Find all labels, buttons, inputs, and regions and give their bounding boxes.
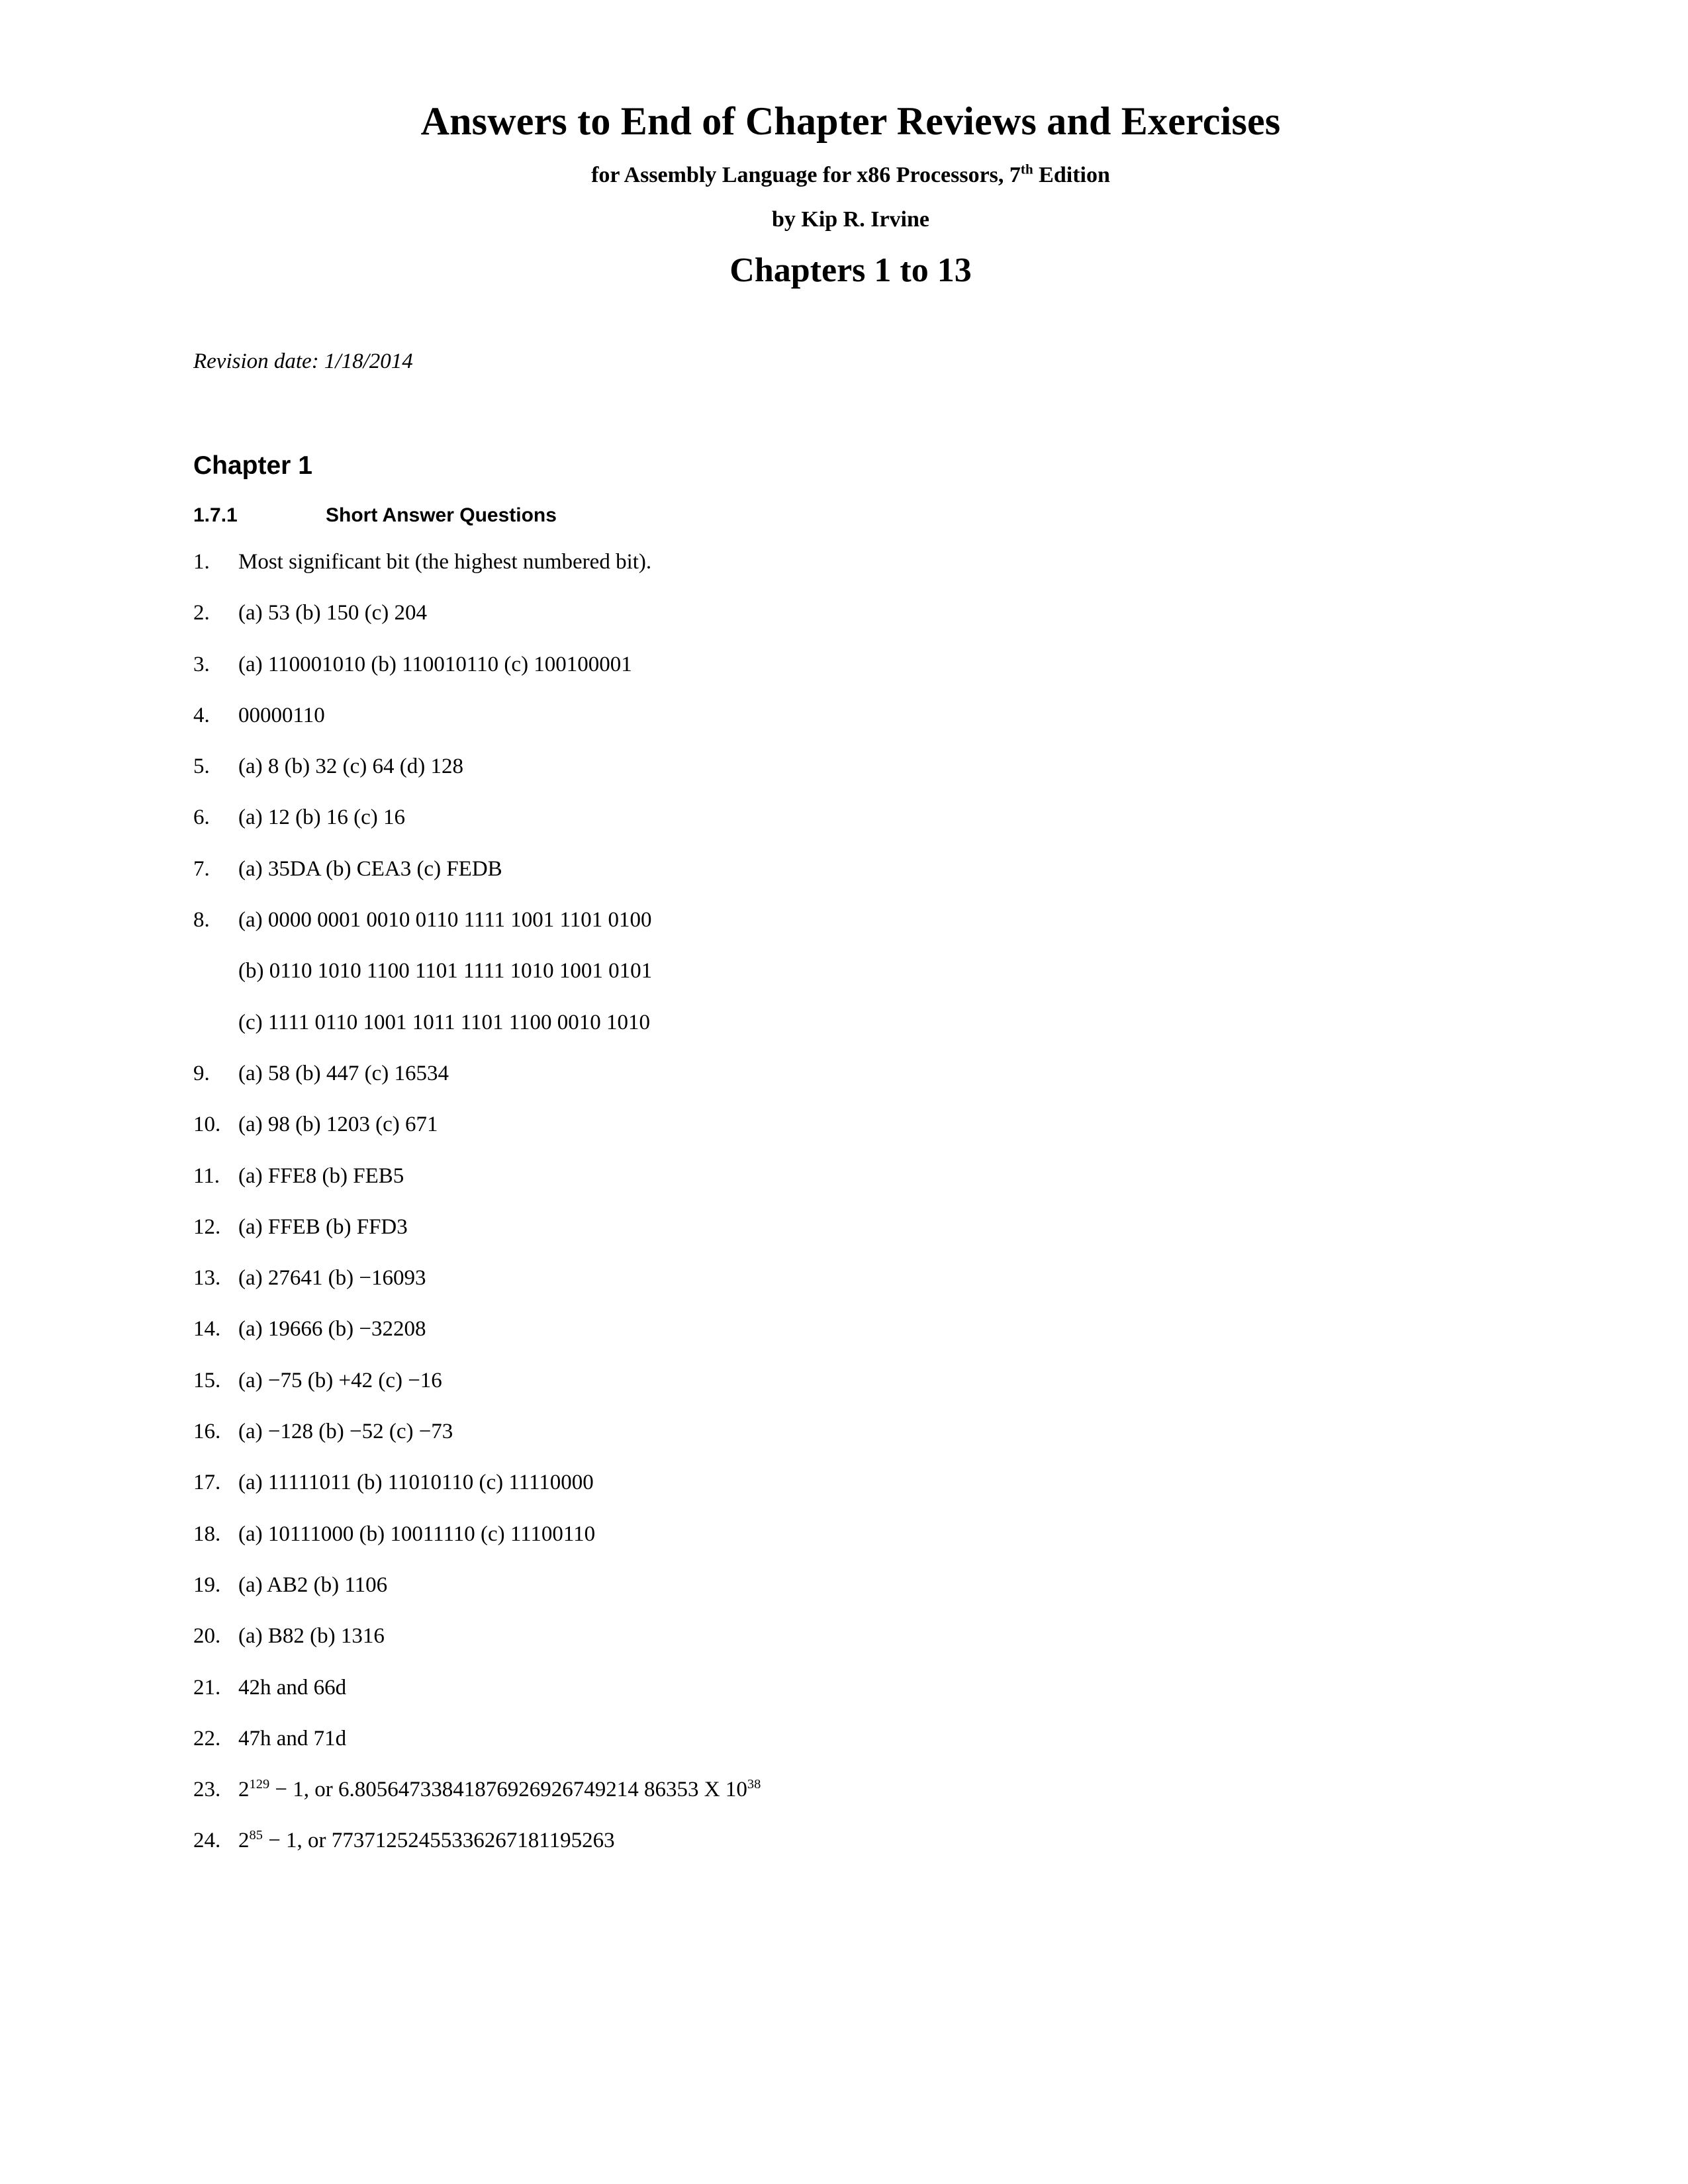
answer-item: 20. (a) B82 (b) 1316 <box>193 1625 1517 1676</box>
subtitle-ordinal-suffix: th <box>1020 161 1033 177</box>
answer-item-text: (a) 12 (b) 16 (c) 16 <box>238 805 405 830</box>
answer-item-number: 18. <box>193 1522 221 1546</box>
answer-item: 8. (a) 0000 0001 0010 0110 1111 1001 1101… <box>193 909 1517 960</box>
author-byline: by Kip R. Irvine <box>771 206 930 232</box>
answer-item-number: 22. <box>193 1726 221 1751</box>
answer-item-text: (a) FFEB (b) FFD3 <box>238 1214 408 1239</box>
answer-item-number: 11. <box>193 1163 220 1188</box>
answer-item-text: (a) 10111000 (b) 10011110 (c) 11100110 <box>238 1522 596 1546</box>
section-title: Short Answer Questions <box>326 504 557 526</box>
answer-item-text: (a) 35DA (b) CEA3 (c) FEDB <box>238 856 502 881</box>
answer-item-number: 2. <box>193 601 210 625</box>
answer-item: 15. (a) −75 (b) +42 (c) −16 <box>193 1368 1517 1421</box>
answer-item-text: (a) 58 (b) 447 (c) 16534 <box>238 1061 449 1085</box>
answer-item: 12. (a) FFEB (b) FFD3 <box>193 1216 1517 1267</box>
answer-item: 24. 285 − 1, or 7737125245533626718119526… <box>193 1828 1517 1881</box>
answer-item-number: 19. <box>193 1572 221 1597</box>
answer-item-text: 47h and 71d <box>238 1726 347 1751</box>
answer-item-text: (a) 19666 (b) −32208 <box>238 1317 426 1342</box>
answer-item: 23. 2129 − 1, or 6.8056473384187692692674… <box>193 1777 1517 1830</box>
answer-item-text: 42h and 66d <box>238 1675 347 1700</box>
subtitle-text-before: for Assembly Language for x86 Processors… <box>591 163 1021 188</box>
answer-item-number: 23. <box>193 1778 221 1802</box>
answer-item-number: 1. <box>193 550 210 574</box>
subtitle-text-after: Edition <box>1033 163 1110 188</box>
answer-item-text: 2129 − 1, or 6.8056473384187692692674921… <box>238 1777 761 1802</box>
answer-item: 4. 00000110 <box>193 703 1517 756</box>
answer-item: 7. (a) 35DA (b) CEA3 (c) FEDB <box>193 858 1517 909</box>
answer-item: 11. (a) FFE8 (b) FEB5 <box>193 1165 1517 1216</box>
answer-item-number: 16. <box>193 1420 221 1444</box>
answer-text-segment: − 1, or 6.80564733841876926926749214 863… <box>269 1778 747 1802</box>
answer-item-text: Most significant bit (the highest number… <box>238 550 652 574</box>
answer-item-text: (a) 0000 0001 0010 0110 1111 1001 1101 0… <box>238 908 652 933</box>
answer-item: 19. (a) AB2 (b) 1106 <box>193 1574 1517 1625</box>
answer-item-text: (a) 27641 (b) −16093 <box>238 1266 426 1291</box>
answer-item-number: 5. <box>193 754 210 779</box>
answer-item-number: 3. <box>193 652 210 676</box>
answer-exponent: 38 <box>747 1777 761 1792</box>
chapter-heading: Chapter 1 <box>193 451 312 480</box>
answer-text-segment: − 1, or 77371252455336267181195263 <box>262 1829 615 1853</box>
answer-item-text: (a) FFE8 (b) FEB5 <box>238 1163 404 1188</box>
answer-item: 17. (a) 11111011 (b) 11010110 (c) 1111000… <box>193 1472 1517 1523</box>
answer-item-text: 00000110 <box>238 703 325 727</box>
answer-list: 1. Most significant bit (the highest numb… <box>193 551 1517 1882</box>
answer-continuation-text: (b) 0110 1010 1100 1101 1111 1010 1001 0… <box>238 959 653 983</box>
answer-item-number: 9. <box>193 1061 210 1085</box>
answer-item: 10. (a) 98 (b) 1203 (c) 671 <box>193 1114 1517 1165</box>
answer-item: 16. (a) −128 (b) −52 (c) −73 <box>193 1421 1517 1472</box>
answer-item-text: (a) 11111011 (b) 11010110 (c) 11110000 <box>238 1471 594 1495</box>
answer-item: 13. (a) 27641 (b) −16093 <box>193 1267 1517 1318</box>
answer-item-text: (a) 110001010 (b) 110010110 (c) 10010000… <box>238 652 632 676</box>
answer-item-number: 20. <box>193 1624 221 1649</box>
answer-item-number: 14. <box>193 1317 221 1342</box>
answer-item-text: (a) −128 (b) −52 (c) −73 <box>238 1420 453 1444</box>
answer-item-number: 15. <box>193 1368 221 1392</box>
revision-date: Revision date: 1/18/2014 <box>193 349 413 373</box>
chapters-range-heading: Chapters 1 to 13 <box>729 251 972 289</box>
answer-item-continuation: (b) 0110 1010 1100 1101 1111 1010 1001 0… <box>193 960 1517 1011</box>
answer-item-number: 13. <box>193 1266 221 1291</box>
page-title: Answers to End of Chapter Reviews and Ex… <box>420 99 1281 143</box>
answer-item-number: 7. <box>193 856 210 881</box>
answer-item-number: 6. <box>193 805 210 830</box>
answer-text-segment: 2 <box>238 1778 250 1802</box>
document-page: Answers to End of Chapter Reviews and Ex… <box>0 0 1688 2184</box>
answer-item: 2. (a) 53 (b) 150 (c) 204 <box>193 602 1517 653</box>
answer-item-text: (a) 53 (b) 150 (c) 204 <box>238 601 427 625</box>
answer-item: 18. (a) 10111000 (b) 10011110 (c) 1110011… <box>193 1522 1517 1574</box>
title-block: Answers to End of Chapter Reviews and Ex… <box>192 99 1509 291</box>
answer-item-number: 17. <box>193 1471 221 1495</box>
answer-item: 14. (a) 19666 (b) −32208 <box>193 1318 1517 1369</box>
answer-item: 9. (a) 58 (b) 447 (c) 16534 <box>193 1061 1517 1114</box>
answer-exponent: 85 <box>249 1828 263 1843</box>
answer-item-text: (a) AB2 (b) 1106 <box>238 1572 388 1597</box>
answer-item-number: 21. <box>193 1675 221 1700</box>
answer-item-text: (a) −75 (b) +42 (c) −16 <box>238 1368 442 1392</box>
answer-item-text: (a) 8 (b) 32 (c) 64 (d) 128 <box>238 754 463 779</box>
answer-item: 3. (a) 110001010 (b) 110010110 (c) 100100… <box>193 652 1517 705</box>
answer-item-number: 8. <box>193 908 210 933</box>
answer-item: 5. (a) 8 (b) 32 (c) 64 (d) 128 <box>193 756 1517 807</box>
answer-item: 22. 47h and 71d <box>193 1726 1517 1779</box>
answer-item: 21. 42h and 66d <box>193 1675 1517 1728</box>
answer-item-number: 4. <box>193 703 210 727</box>
section-number: 1.7.1 <box>193 504 238 526</box>
answer-item-text: 285 − 1, or 77371252455336267181195263 <box>238 1828 615 1853</box>
answer-item-number: 24. <box>193 1829 221 1853</box>
answer-item-number: 10. <box>193 1113 221 1137</box>
answer-item: 1. Most significant bit (the highest numb… <box>193 551 1517 602</box>
answer-item-text: (a) B82 (b) 1316 <box>238 1624 385 1649</box>
document-subtitle: for Assembly Language for x86 Processors… <box>192 144 1509 189</box>
answer-text-segment: 2 <box>238 1829 250 1853</box>
section-heading: 1.7.1 Short Answer Questions <box>193 504 557 527</box>
answer-item-text: (a) 98 (b) 1203 (c) 671 <box>238 1113 438 1137</box>
answer-item-continuation: (c) 1111 0110 1001 1011 1101 1100 0010 1… <box>193 1010 1517 1063</box>
answer-continuation-text: (c) 1111 0110 1001 1011 1101 1100 0010 1… <box>238 1010 651 1034</box>
answer-item: 6. (a) 12 (b) 16 (c) 16 <box>193 807 1517 858</box>
answer-item-number: 12. <box>193 1214 221 1239</box>
answer-exponent: 129 <box>249 1777 270 1792</box>
